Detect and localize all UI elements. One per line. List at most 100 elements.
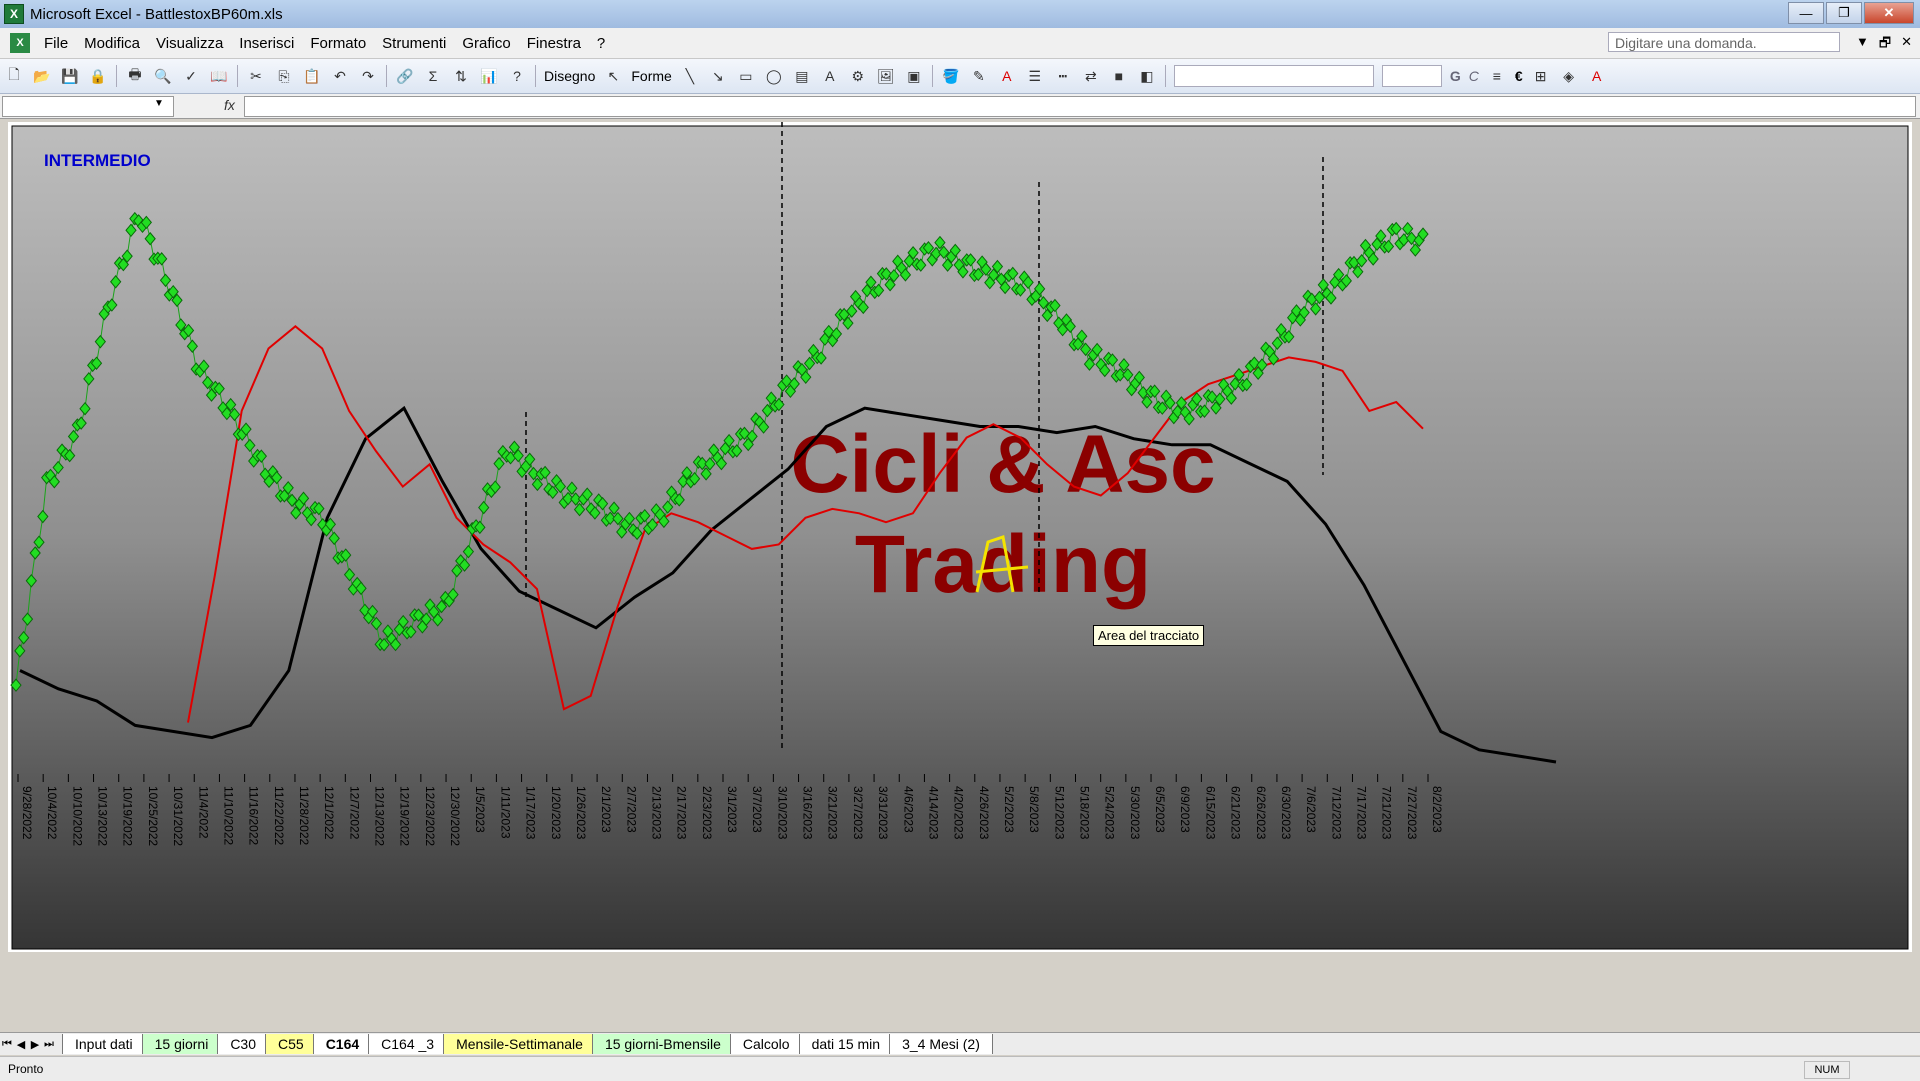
line-style-icon[interactable]: ☰ [1024,65,1046,87]
3d-icon[interactable]: ◧ [1136,65,1158,87]
next-sheet-icon[interactable]: ▶ [28,1038,42,1051]
line-color-icon[interactable]: ✎ [968,65,990,87]
x-tick-label: 10/19/2022 [121,786,135,846]
align-icon[interactable]: ≡ [1486,65,1508,87]
rectangle-icon[interactable]: ▭ [735,65,757,87]
permission-icon[interactable]: 🔒 [87,65,109,87]
tab-input-dati[interactable]: Input dati [62,1034,146,1054]
tab-c164[interactable]: C164 [312,1034,373,1054]
autosum-icon[interactable]: Σ [422,65,444,87]
tab-3-4-mesi-2[interactable]: 3_4 Mesi (2) [889,1034,993,1054]
diagram-icon[interactable]: ⚙ [847,65,869,87]
chart-wizard-icon[interactable]: 📊 [478,65,500,87]
tab-15-giorni[interactable]: 15 giorni [141,1034,222,1054]
help-icon[interactable]: ? [506,65,528,87]
oval-icon[interactable]: ◯ [763,65,785,87]
x-tick-label: 2/23/2023 [700,786,714,840]
close-workbook-button[interactable]: ✕ [1901,34,1912,56]
tab-c55[interactable]: C55 [265,1034,317,1054]
maximize-button[interactable]: ❐ [1826,2,1862,24]
workbook-icon[interactable]: X [10,33,30,53]
font-color-2-icon[interactable]: A [1586,65,1608,87]
drawing-menu-button[interactable]: Disegno [540,68,599,84]
menu-modifica[interactable]: Modifica [76,35,148,52]
first-sheet-icon[interactable]: ⏮ [0,1038,14,1051]
ask-question-input[interactable]: Digitare una domanda. [1608,32,1840,52]
chart-svg[interactable]: INTERMEDIO Cicli & Asc Trading 9/28/2022… [8,122,1912,952]
font-name-combo[interactable] [1173,65,1374,87]
research-icon[interactable]: 📖 [208,65,230,87]
menu-inserisci[interactable]: Inserisci [231,35,302,52]
last-sheet-icon[interactable]: ⏭ [42,1038,56,1051]
x-tick-label: 3/16/2023 [801,786,815,840]
textbox-icon[interactable]: ▤ [791,65,813,87]
save-icon[interactable]: 💾 [59,65,81,87]
picture-icon[interactable]: ▣ [903,65,925,87]
tab-c30[interactable]: C30 [217,1034,269,1054]
borders-icon[interactable]: ⊞ [1530,65,1552,87]
fill-color-icon[interactable]: 🪣 [940,65,962,87]
tooltip: Area del tracciato [1093,625,1205,646]
clipart-icon[interactable]: 🖼 [875,65,897,87]
cut-icon[interactable]: ✂ [245,65,267,87]
menu-visualizza[interactable]: Visualizza [148,35,231,52]
print-icon[interactable]: 🖶 [124,65,146,87]
restore-workbook-button[interactable]: 🗗 [1879,34,1891,56]
x-tick-label: 7/21/2023 [1380,786,1394,840]
menu-file[interactable]: File [36,35,76,52]
tab-15-giorni-bmensile[interactable]: 15 giorni-Bmensile [591,1034,734,1054]
fill-icon[interactable]: ◈ [1558,65,1580,87]
x-tick-label: 1/20/2023 [549,786,563,840]
open-icon[interactable]: 📂 [31,65,53,87]
x-tick-label: 7/27/2023 [1405,786,1419,840]
menu-help[interactable]: ? [589,35,613,52]
shadow-icon[interactable]: ■ [1108,65,1130,87]
minimize-button[interactable]: — [1788,2,1824,24]
tab-c164-3[interactable]: C164 _3 [368,1034,448,1054]
euro-button[interactable]: € [1511,68,1527,84]
prev-sheet-icon[interactable]: ◀ [14,1038,28,1051]
line-icon[interactable]: ╲ [679,65,701,87]
x-tick-label: 11/10/2022 [221,786,235,845]
x-tick-label: 3/31/2023 [876,786,890,840]
select-objects-icon[interactable]: ↖ [602,65,624,87]
excel-app-icon[interactable]: X [4,4,24,24]
new-icon[interactable]: 🗋 [3,65,25,87]
font-color-icon[interactable]: A [996,65,1018,87]
status-bar: Pronto NUM [0,1056,1920,1081]
undo-icon[interactable]: ↶ [329,65,351,87]
arrow-style-icon[interactable]: ⇄ [1080,65,1102,87]
menu-grafico[interactable]: Grafico [454,35,518,52]
copy-icon[interactable]: ⎘ [273,65,295,87]
redo-icon[interactable]: ↷ [357,65,379,87]
sort-icon[interactable]: ⇅ [450,65,472,87]
name-box[interactable] [2,96,174,117]
wordart-icon[interactable]: A [819,65,841,87]
font-size-combo[interactable] [1381,65,1442,87]
menu-finestra[interactable]: Finestra [519,35,589,52]
shapes-menu-button[interactable]: Forme [627,68,675,84]
paste-icon[interactable]: 📋 [301,65,323,87]
x-tick-label: 4/14/2023 [926,786,940,840]
bold-button[interactable]: G [1446,68,1465,84]
x-tick-label: 7/12/2023 [1329,786,1343,840]
chart-area[interactable]: INTERMEDIO Cicli & Asc Trading 9/28/2022… [8,122,1912,952]
fx-icon[interactable]: fx [224,97,235,113]
namebox-dropdown-icon[interactable]: ▼ [154,98,164,109]
hyperlink-icon[interactable]: 🔗 [394,65,416,87]
tab-calcolo[interactable]: Calcolo [729,1034,803,1054]
menu-formato[interactable]: Formato [302,35,374,52]
formula-input[interactable] [244,96,1916,117]
ask-dropdown-icon[interactable]: ▼ [1856,34,1869,56]
close-button[interactable]: ✕ [1864,2,1914,24]
tab-dati-15-min[interactable]: dati 15 min [798,1034,894,1054]
x-tick-label: 3/27/2023 [851,786,865,840]
arrow-icon[interactable]: ↘ [707,65,729,87]
x-tick-label: 3/10/2023 [775,786,789,840]
tab-mensile-settimanale[interactable]: Mensile-Settimanale [443,1034,596,1054]
italic-button[interactable]: C [1465,68,1483,84]
menu-strumenti[interactable]: Strumenti [374,35,454,52]
spell-icon[interactable]: ✓ [180,65,202,87]
dash-style-icon[interactable]: ┅ [1052,65,1074,87]
preview-icon[interactable]: 🔍 [152,65,174,87]
